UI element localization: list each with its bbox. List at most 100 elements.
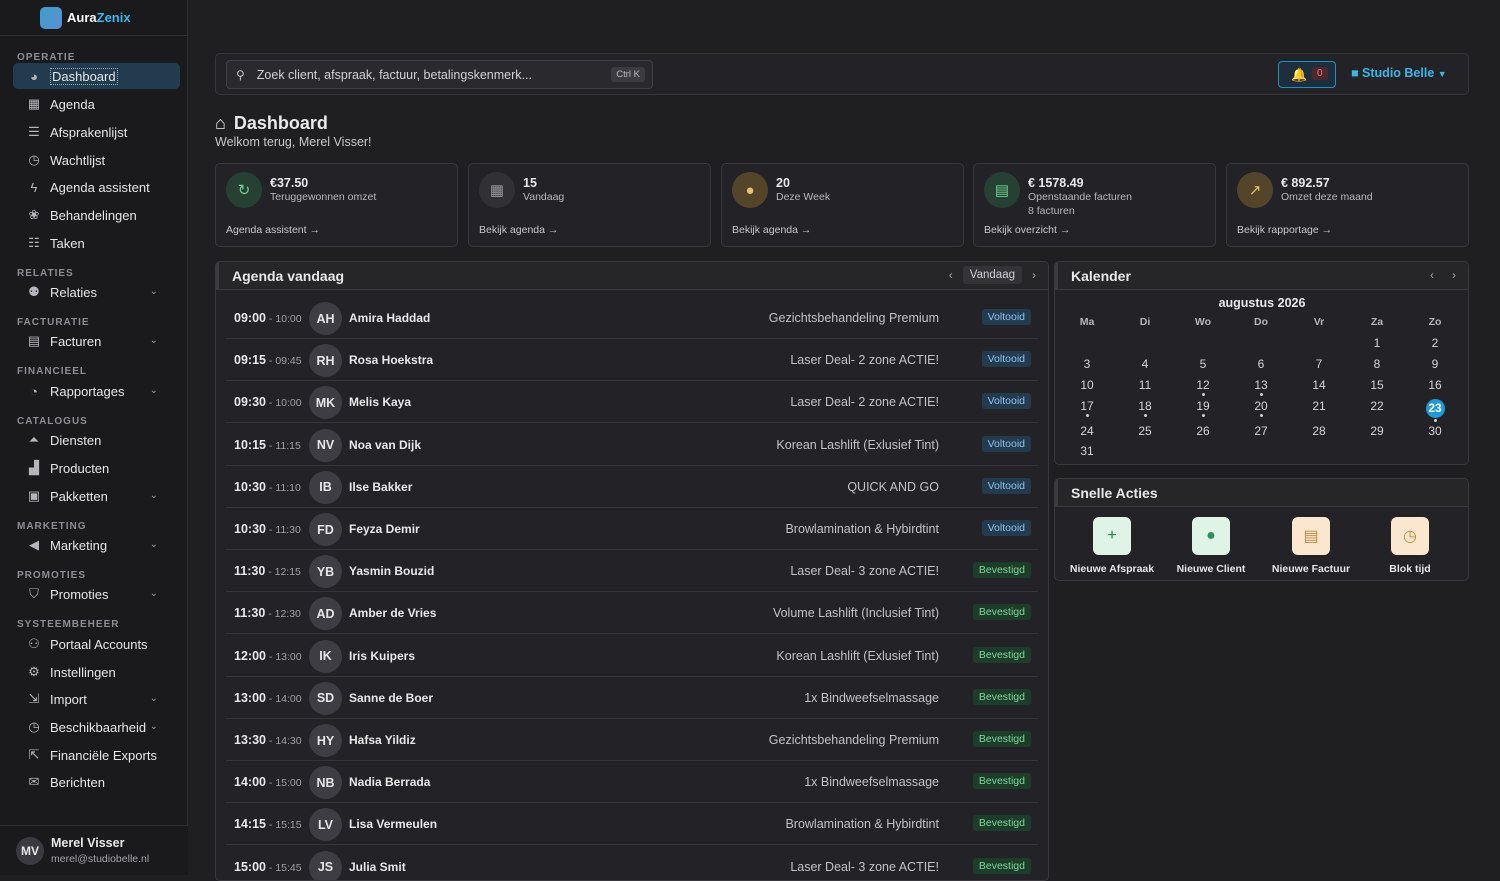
chevron-right-icon[interactable]: › (1032, 268, 1036, 282)
sidebar-item-rapportages[interactable]: ◔ Rapportages ⌄ (13, 378, 180, 404)
calendar-day[interactable]: 18 (1116, 399, 1174, 417)
calendar-day[interactable]: 14 (1290, 378, 1348, 392)
calendar-day[interactable]: 8 (1348, 357, 1406, 371)
sidebar-item-agenda-assistent[interactable]: ϟ Agenda assistent (13, 174, 180, 200)
sidebar-item-portaal-accounts[interactable]: ⚇ Portaal Accounts (13, 631, 180, 657)
quick-action-blok-tijd[interactable]: ◷ Blok tijd (1365, 517, 1455, 575)
calendar-day[interactable]: 11 (1116, 378, 1174, 392)
appointment-row[interactable]: 09:30 - 10:00 MK Melis Kaya Laser Deal- 2 z… (226, 381, 1038, 424)
sidebar-item-agenda[interactable]: ▦ Agenda (13, 91, 180, 117)
client-name[interactable]: Ilse Bakker (349, 480, 412, 494)
calendar-day[interactable]: 4 (1116, 357, 1174, 371)
calendar-day[interactable]: 10 (1058, 378, 1116, 392)
calendar-day[interactable]: 24 (1058, 424, 1116, 438)
appointment-row[interactable]: 12:00 - 13:00 IK Iris Kuipers Korean Lashli… (226, 635, 1038, 677)
calendar-day[interactable]: 27 (1232, 424, 1290, 438)
calendar-day[interactable]: 12 (1174, 378, 1232, 396)
stat-link[interactable]: Bekijk rapportage → (1237, 224, 1332, 236)
client-name[interactable]: Julia Smit (349, 860, 406, 874)
sidebar-item-afsprakenlijst[interactable]: ☰ Afsprakenlijst (13, 119, 180, 145)
sidebar-item-beschikbaarheid[interactable]: ◷ Beschikbaarheid ⌄ (13, 714, 180, 740)
calendar-day[interactable]: 7 (1290, 357, 1348, 371)
appointment-row[interactable]: 13:00 - 14:00 SD Sanne de Boer 1x Bindweefs… (226, 677, 1038, 719)
stat-card[interactable]: ▤ € 1578.49 Openstaande facturen 8 facturen… (973, 163, 1216, 247)
client-name[interactable]: Melis Kaya (349, 395, 411, 409)
chevron-left-icon[interactable]: ‹ (949, 268, 953, 282)
calendar-day[interactable]: 2 (1406, 336, 1464, 350)
appointment-row[interactable]: 14:15 - 15:15 LV Lisa Vermeulen Browlaminat… (226, 803, 1038, 846)
client-name[interactable]: Amber de Vries (349, 606, 436, 620)
calendar-day[interactable]: 9 (1406, 357, 1464, 371)
client-name[interactable]: Nadia Berrada (349, 775, 430, 789)
sidebar-item-berichten[interactable]: ✉ Berichten (13, 769, 180, 795)
sidebar-item-dashboard[interactable]: ◕ Dashboard (13, 63, 180, 89)
stat-link[interactable]: Bekijk agenda → (479, 224, 558, 236)
calendar-day[interactable]: 31 (1058, 444, 1116, 458)
sidebar-item-behandelingen[interactable]: ❀ Behandelingen (13, 202, 180, 228)
stat-link[interactable]: Agenda assistent → (226, 224, 320, 236)
stat-card[interactable]: ▦ 15 Vandaag Bekijk agenda → (468, 163, 711, 247)
calendar-day[interactable]: 21 (1290, 399, 1348, 413)
appointment-row[interactable]: 10:15 - 11:15 NV Noa van Dijk Korean Lashli… (226, 424, 1038, 466)
calendar-day[interactable]: 22 (1348, 399, 1406, 413)
client-name[interactable]: Hafsa Yildiz (349, 733, 416, 747)
sidebar-item-producten[interactable]: ▟ Producten (13, 455, 180, 481)
appointment-row[interactable]: 14:00 - 15:00 NB Nadia Berrada 1x Bindweefs… (226, 761, 1038, 804)
sidebar-item-pakketten[interactable]: ▣ Pakketten ⌄ (13, 483, 180, 509)
appointment-row[interactable]: 15:00 - 15:45 JS Julia Smit Laser Deal- 3 z… (226, 846, 1038, 880)
appointment-row[interactable]: 10:30 - 11:10 IB Ilse Bakker QUICK AND GO Vo… (226, 466, 1038, 508)
client-name[interactable]: Rosa Hoekstra (349, 353, 433, 367)
sidebar-item-financi-le-exports[interactable]: ⇱ Financiële Exports (13, 742, 180, 768)
sidebar-item-marketing[interactable]: ◀ Marketing ⌄ (13, 532, 180, 558)
user-profile[interactable]: MV Merel Visser merel@studiobelle.nl (0, 825, 188, 875)
appointment-row[interactable]: 09:00 - 10:00 AH Amira Haddad Gezichtsbehan… (226, 297, 1038, 339)
client-name[interactable]: Yasmin Bouzid (349, 564, 434, 578)
client-name[interactable]: Iris Kuipers (349, 649, 415, 663)
notifications-button[interactable]: 🔔 0 (1278, 61, 1336, 88)
sidebar-item-diensten[interactable]: ⏶ Diensten (13, 427, 180, 453)
sidebar-item-wachtlijst[interactable]: ◷ Wachtlijst (13, 147, 180, 173)
calendar-day[interactable]: 5 (1174, 357, 1232, 371)
today-button[interactable]: Vandaag (962, 266, 1022, 284)
client-name[interactable]: Noa van Dijk (349, 438, 421, 452)
brand[interactable]: Aura Zenix (0, 0, 187, 36)
sidebar-item-import[interactable]: ⇲ Import ⌄ (13, 686, 180, 712)
client-name[interactable]: Sanne de Boer (349, 691, 433, 705)
search-input[interactable]: ⚲ Zoek client, afspraak, factuur, betali… (226, 60, 653, 89)
calendar-day[interactable]: 13 (1232, 378, 1290, 396)
stat-card[interactable]: ↻ €37.50 Teruggewonnen omzet Agenda assiste… (215, 163, 458, 247)
sidebar-item-facturen[interactable]: ▤ Facturen ⌄ (13, 328, 180, 354)
quick-action-nieuwe-factuur[interactable]: ▤ Nieuwe Factuur (1266, 517, 1356, 575)
appointment-row[interactable]: 13:30 - 14:30 HY Hafsa Yildiz Gezichtsbehan… (226, 719, 1038, 761)
calendar-day[interactable]: 1 (1348, 336, 1406, 350)
studio-selector[interactable]: ■ Studio Belle ▼ (1351, 66, 1447, 80)
stat-card[interactable]: ↗ € 892.57 Omzet deze maand Bekijk rapporta… (1226, 163, 1469, 247)
chevron-left-icon[interactable]: ‹ (1430, 268, 1434, 282)
calendar-day[interactable]: 29 (1348, 424, 1406, 438)
stat-link[interactable]: Bekijk overzicht → (984, 224, 1070, 236)
client-name[interactable]: Amira Haddad (349, 311, 430, 325)
calendar-day[interactable]: 20 (1232, 399, 1290, 417)
calendar-day[interactable]: 3 (1058, 357, 1116, 371)
appointment-row[interactable]: 09:15 - 09:45 RH Rosa Hoekstra Laser Deal- … (226, 339, 1038, 382)
stat-link[interactable]: Bekijk agenda → (732, 224, 811, 236)
client-name[interactable]: Feyza Demir (349, 522, 420, 536)
sidebar-item-promoties[interactable]: ⛉ Promoties ⌄ (13, 581, 180, 607)
sidebar-item-relaties[interactable]: ⚉ Relaties ⌄ (13, 279, 180, 305)
calendar-day[interactable]: 19 (1174, 399, 1232, 417)
calendar-day[interactable]: 30 (1406, 424, 1464, 438)
quick-action-nieuwe-client[interactable]: ● Nieuwe Client (1166, 517, 1256, 575)
appointment-row[interactable]: 10:30 - 11:30 FD Feyza Demir Browlamination… (226, 508, 1038, 550)
appointment-row[interactable]: 11:30 - 12:30 AD Amber de Vries Volume Lash… (226, 592, 1038, 635)
stat-card[interactable]: ● 20 Deze Week Bekijk agenda → (721, 163, 964, 247)
calendar-day[interactable]: 17 (1058, 399, 1116, 417)
calendar-day[interactable]: 23 (1406, 399, 1464, 422)
appointment-row[interactable]: 11:30 - 12:15 YB Yasmin Bouzid Laser Deal- … (226, 550, 1038, 593)
quick-action-nieuwe-afspraak[interactable]: + Nieuwe Afspraak (1067, 517, 1157, 575)
client-name[interactable]: Lisa Vermeulen (349, 817, 437, 831)
chevron-right-icon[interactable]: › (1452, 268, 1456, 282)
sidebar-item-instellingen[interactable]: ⚙ Instellingen (13, 659, 180, 685)
calendar-day[interactable]: 15 (1348, 378, 1406, 392)
calendar-day[interactable]: 16 (1406, 378, 1464, 392)
calendar-day[interactable]: 26 (1174, 424, 1232, 438)
